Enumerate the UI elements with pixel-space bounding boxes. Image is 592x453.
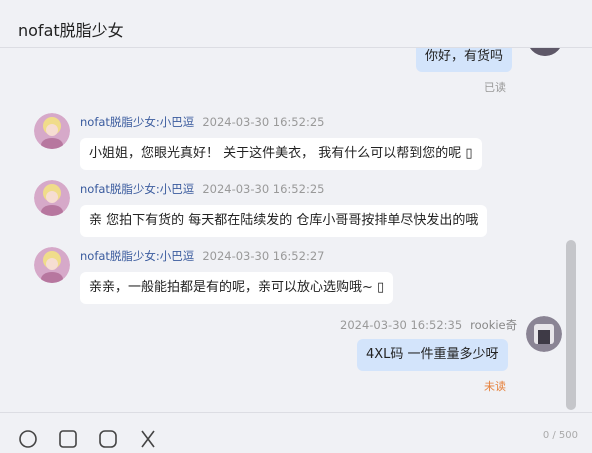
image-icon[interactable]: [58, 429, 78, 449]
shop-avatar[interactable]: [34, 113, 70, 149]
scissors-icon[interactable]: [138, 429, 158, 449]
emoji-icon[interactable]: [18, 429, 38, 449]
shop-avatar[interactable]: [34, 247, 70, 283]
sender-name: nofat脱脂少女:小巴逗: [80, 115, 195, 129]
chat-header: nofat脱脂少女: [0, 0, 592, 48]
message-bubble-outgoing[interactable]: 你好，有货吗: [416, 48, 513, 72]
read-status: 已读: [484, 81, 506, 94]
sender-name: rookie奇: [470, 318, 518, 332]
message-bubble-incoming[interactable]: 亲亲，一般能拍都是有的呢，亲可以放心选购哦~ ▯: [80, 272, 394, 304]
message-list[interactable]: 你好，有货吗 已读 nofat脱脂少女:小巴逗 2024-03-30 16:52:…: [0, 48, 592, 412]
message-time: 2024-03-30 16:52:27: [202, 249, 325, 263]
message-meta: nofat脱脂少女:小巴逗 2024-03-30 16:52:27: [80, 248, 324, 264]
shop-avatar[interactable]: [34, 180, 70, 216]
message-bubble-outgoing[interactable]: 4XL码 一件重量多少呀: [357, 339, 508, 371]
sender-name: nofat脱脂少女:小巴逗: [80, 182, 195, 196]
input-toolbar: 0 / 500: [0, 412, 592, 448]
message-meta: 2024-03-30 16:52:35 rookie奇: [340, 317, 517, 333]
message-time: 2024-03-30 16:52:25: [202, 182, 325, 196]
scrollbar-thumb[interactable]: [566, 240, 576, 410]
message-meta: nofat脱脂少女:小巴逗 2024-03-30 16:52:25: [80, 181, 324, 197]
message-bubble-incoming[interactable]: 小姐姐，您眼光真好！ 关于这件美衣， 我有什么可以帮到您的呢 ▯: [80, 138, 482, 170]
sender-name: nofat脱脂少女:小巴逗: [80, 249, 195, 263]
message-bubble-incoming[interactable]: 亲 您拍下有货的 每天都在陆续发的 仓库小哥哥按排单尽快发出的哦: [80, 205, 488, 237]
message-meta: nofat脱脂少女:小巴逗 2024-03-30 16:52:25: [80, 114, 324, 130]
char-counter: 0 / 500: [542, 430, 578, 441]
video-icon[interactable]: [98, 429, 118, 449]
shop-title: nofat脱脂少女: [18, 21, 124, 40]
user-avatar[interactable]: [526, 316, 562, 352]
message-time: 2024-03-30 16:52:35: [340, 318, 463, 332]
user-avatar[interactable]: [527, 48, 563, 56]
unread-status: 未读: [484, 380, 506, 393]
message-time: 2024-03-30 16:52:25: [202, 115, 325, 129]
